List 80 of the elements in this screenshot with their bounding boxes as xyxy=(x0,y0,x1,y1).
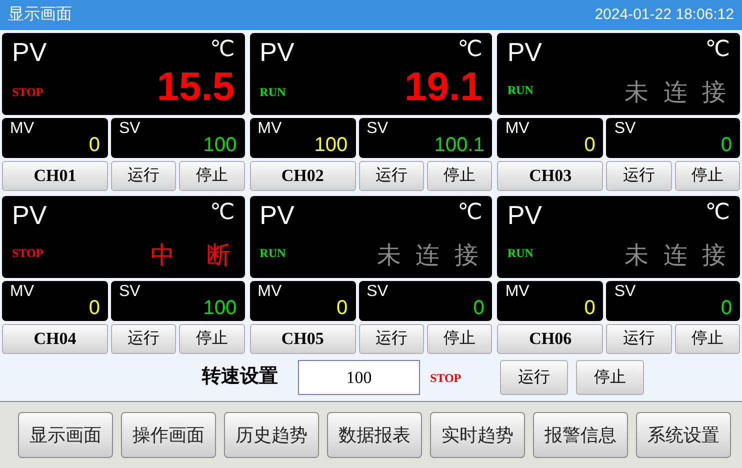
sv-label: SV xyxy=(614,282,636,302)
channel-button[interactable]: CH02 xyxy=(250,161,356,191)
mv-value: 0 xyxy=(336,296,348,321)
sv-value: 0 xyxy=(720,133,732,158)
channel-button[interactable]: CH01 xyxy=(2,161,108,191)
mv-label: MV xyxy=(10,282,34,302)
unit-label: ℃ xyxy=(705,37,730,63)
mv-label: MV xyxy=(505,282,530,302)
run-button[interactable]: 运行 xyxy=(111,324,176,354)
speed-run-button[interactable]: 运行 xyxy=(500,360,568,395)
pv-label: PV xyxy=(12,200,47,230)
mv-label: MV xyxy=(258,282,282,302)
pv-label: PV xyxy=(260,37,294,67)
mv-value: 100 xyxy=(314,133,348,158)
run-button[interactable]: 运行 xyxy=(606,324,672,354)
run-button[interactable]: 运行 xyxy=(358,324,424,354)
stop-button[interactable]: 停止 xyxy=(179,324,245,354)
pv-label: PV xyxy=(507,200,542,230)
status-label: RUN xyxy=(260,245,286,262)
status-label: RUN xyxy=(507,82,534,99)
sv-label: SV xyxy=(366,119,388,139)
nav-button[interactable]: 系统设置 xyxy=(636,412,731,458)
status-label: STOP xyxy=(12,245,44,262)
sv-value: 0 xyxy=(473,296,484,321)
mv-value: 0 xyxy=(88,296,100,321)
pv-value: 未 连 接 xyxy=(624,244,730,268)
pv-value: 未 连 接 xyxy=(624,81,730,105)
mv-value: 0 xyxy=(584,296,596,321)
status-label: RUN xyxy=(507,245,534,262)
pv-label: PV xyxy=(507,37,542,67)
nav-button[interactable]: 数据报表 xyxy=(327,412,422,458)
mv-label: MV xyxy=(258,119,282,139)
sv-value: 100.1 xyxy=(434,133,484,158)
mv-value: 0 xyxy=(584,133,596,158)
sv-value: 100 xyxy=(203,296,237,321)
unit-label: ℃ xyxy=(705,200,730,226)
nav-button[interactable]: 显示画面 xyxy=(18,412,113,458)
run-button[interactable]: 运行 xyxy=(358,161,424,191)
window-title: 显示画面 xyxy=(8,5,72,25)
sv-label: SV xyxy=(119,282,140,302)
mv-label: MV xyxy=(505,119,530,139)
sv-value: 0 xyxy=(720,296,732,321)
speed-input[interactable]: 100 xyxy=(298,360,420,395)
sv-value: 100 xyxy=(203,133,237,158)
stop-button[interactable]: 停止 xyxy=(427,161,492,191)
pv-value: 15.5 xyxy=(156,67,235,107)
channel-button[interactable]: CH05 xyxy=(250,324,356,354)
run-button[interactable]: 运行 xyxy=(606,161,672,191)
nav-button[interactable]: 报警信息 xyxy=(533,412,628,458)
datetime-label: 2024-01-22 18:06:12 xyxy=(594,4,734,25)
unit-label: ℃ xyxy=(210,200,235,226)
sv-label: SV xyxy=(614,119,636,139)
mv-label: MV xyxy=(10,119,34,139)
stop-button[interactable]: 停止 xyxy=(674,324,740,354)
sv-label: SV xyxy=(366,282,388,302)
channel-button[interactable]: CH06 xyxy=(497,324,604,354)
pv-label: PV xyxy=(260,200,294,230)
speed-label: 转速设置 xyxy=(202,365,278,390)
sv-label: SV xyxy=(119,119,140,139)
stop-button[interactable]: 停止 xyxy=(179,161,245,191)
pv-value: 19.1 xyxy=(404,67,482,107)
unit-label: ℃ xyxy=(210,37,235,63)
pv-label: PV xyxy=(12,37,47,67)
run-button[interactable]: 运行 xyxy=(111,161,176,191)
stop-button[interactable]: 停止 xyxy=(674,161,740,191)
speed-status-label: STOP xyxy=(430,370,462,386)
mv-value: 0 xyxy=(88,133,100,158)
unit-label: ℃ xyxy=(458,200,482,226)
nav-button[interactable]: 操作画面 xyxy=(121,412,216,458)
status-label: RUN xyxy=(260,84,286,101)
nav-button[interactable]: 历史趋势 xyxy=(224,412,319,458)
unit-label: ℃ xyxy=(458,37,482,63)
speed-stop-button[interactable]: 停止 xyxy=(576,360,644,395)
pv-value: 中 断 xyxy=(150,244,235,268)
channel-button[interactable]: CH03 xyxy=(497,161,604,191)
channel-button[interactable]: CH04 xyxy=(2,324,108,354)
stop-button[interactable]: 停止 xyxy=(427,324,492,354)
nav-button[interactable]: 实时趋势 xyxy=(430,412,525,458)
status-label: STOP xyxy=(12,84,44,101)
pv-value: 未 连 接 xyxy=(376,244,482,268)
